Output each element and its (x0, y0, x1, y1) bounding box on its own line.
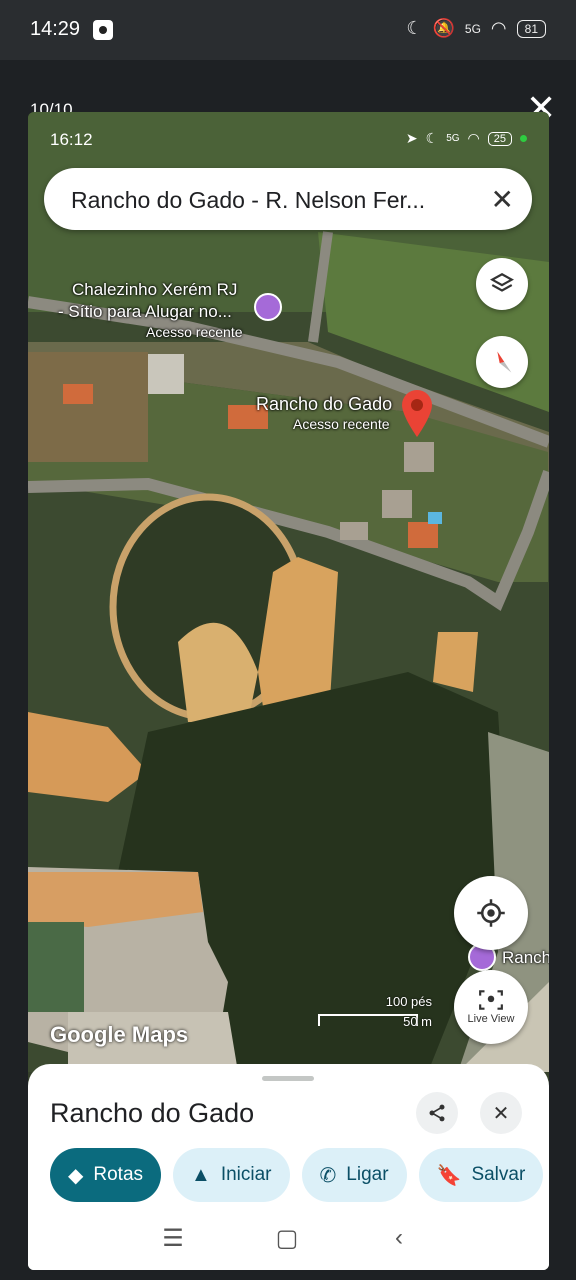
location-arrow-icon: ➤ (405, 130, 418, 146)
call-label: Ligar (346, 1164, 389, 1185)
map-label-chalet[interactable]: Chalezinho Xerém RJ (72, 280, 237, 300)
close-icon: ✕ (492, 1102, 510, 1125)
crosshair-icon (477, 899, 505, 927)
inner-status-bar: 16:12 ➤ ☾ 5G ◠ 25 (28, 112, 549, 162)
inner-status-icons: ➤ ☾ 5G ◠ 25 (406, 130, 527, 147)
place-title: Rancho do Gado (50, 1098, 255, 1128)
sheet-drag-handle[interactable] (262, 1076, 314, 1081)
save-label: Salvar (471, 1164, 526, 1185)
live-view-label: Live View (467, 1013, 515, 1025)
moon-icon: ☾ (425, 130, 439, 146)
back-button[interactable]: ‹ (384, 1224, 414, 1254)
action-chips: ◆ Rotas ▲ Iniciar ✆ Ligar 🔖 Salvar (50, 1148, 549, 1202)
map-label-rancho-recent: Acesso recente (293, 416, 390, 432)
mute-icon: 🔕 (432, 18, 455, 38)
map-label-rancho[interactable]: Rancho do Gado (256, 394, 392, 415)
compass-button[interactable] (476, 336, 528, 388)
compass-icon (497, 351, 512, 373)
phone-icon: ✆ (319, 1164, 337, 1187)
share-icon (429, 1104, 445, 1122)
directions-button[interactable]: ◆ Rotas (50, 1148, 162, 1202)
layers-icon (490, 273, 514, 292)
search-bar[interactable]: Rancho do Gado - R. Nelson Fer... ✕ (44, 168, 532, 230)
map-label-chalet-sub[interactable]: - Sítio para Alugar no... (58, 302, 232, 322)
screenshot-image: 16:12 ➤ ☾ 5G ◠ 25 Rancho do Gado - R. Ne… (28, 112, 549, 1270)
image-viewer-bar: 10/10 ✕ (0, 60, 576, 126)
outer-status-icons: ☾ 🔕 5G ◠ 81 (406, 18, 546, 39)
recent-apps-button[interactable]: ☰ (158, 1224, 188, 1254)
lodging-poi-icon[interactable] (254, 293, 282, 321)
call-button[interactable]: ✆ Ligar (301, 1148, 407, 1202)
search-query[interactable]: Rancho do Gado - R. Nelson Fer... (71, 187, 425, 214)
start-button[interactable]: ▲ Iniciar (173, 1148, 290, 1202)
clear-search-button[interactable]: ✕ (491, 183, 514, 216)
red-location-pin-icon[interactable] (400, 388, 434, 438)
system-nav-bar: ☰ ▢ ‹ (28, 1210, 549, 1270)
directions-label: Rotas (93, 1164, 144, 1185)
layers-button[interactable] (476, 258, 528, 310)
outer-clock: 14:29 (30, 18, 81, 40)
map-label-ranch-edge[interactable]: Ranch (502, 948, 549, 968)
outer-status-bar: 14:29 ☾ 🔕 5G ◠ 81 (0, 0, 576, 60)
wifi-icon: ◠ (490, 18, 507, 38)
battery-icon: 81 (516, 19, 546, 38)
moon-icon: ☾ (406, 18, 423, 38)
share-button[interactable] (416, 1092, 458, 1134)
battery-icon: 25 (487, 131, 512, 146)
signal-icon: 5G (446, 133, 460, 144)
navigation-arrow-icon: ▲ (191, 1163, 211, 1186)
scale-metric: 50 m (403, 1014, 432, 1029)
home-button[interactable]: ▢ (272, 1224, 302, 1254)
screen-record-icon (93, 20, 113, 40)
map-scale: 100 pés 50 m (318, 994, 438, 1030)
directions-icon: ◆ (68, 1164, 84, 1187)
live-view-button[interactable]: Live View (454, 970, 528, 1044)
google-maps-attribution: Google Maps (50, 1022, 189, 1047)
signal-icon: 5G (464, 21, 481, 36)
save-button[interactable]: 🔖 Salvar (418, 1148, 544, 1202)
scale-imperial: 100 pés (385, 994, 432, 1009)
map-label-chalet-recent: Acesso recente (146, 324, 243, 340)
my-location-button[interactable] (454, 876, 528, 950)
start-label: Iniciar (220, 1164, 272, 1185)
mic-indicator-dot (520, 135, 527, 142)
inner-clock: 16:12 (50, 130, 93, 149)
wifi-icon: ◠ (467, 130, 480, 146)
live-view-icon (479, 990, 503, 1010)
bookmark-icon: 🔖 (436, 1164, 462, 1187)
close-sheet-button[interactable]: ✕ (480, 1092, 522, 1134)
